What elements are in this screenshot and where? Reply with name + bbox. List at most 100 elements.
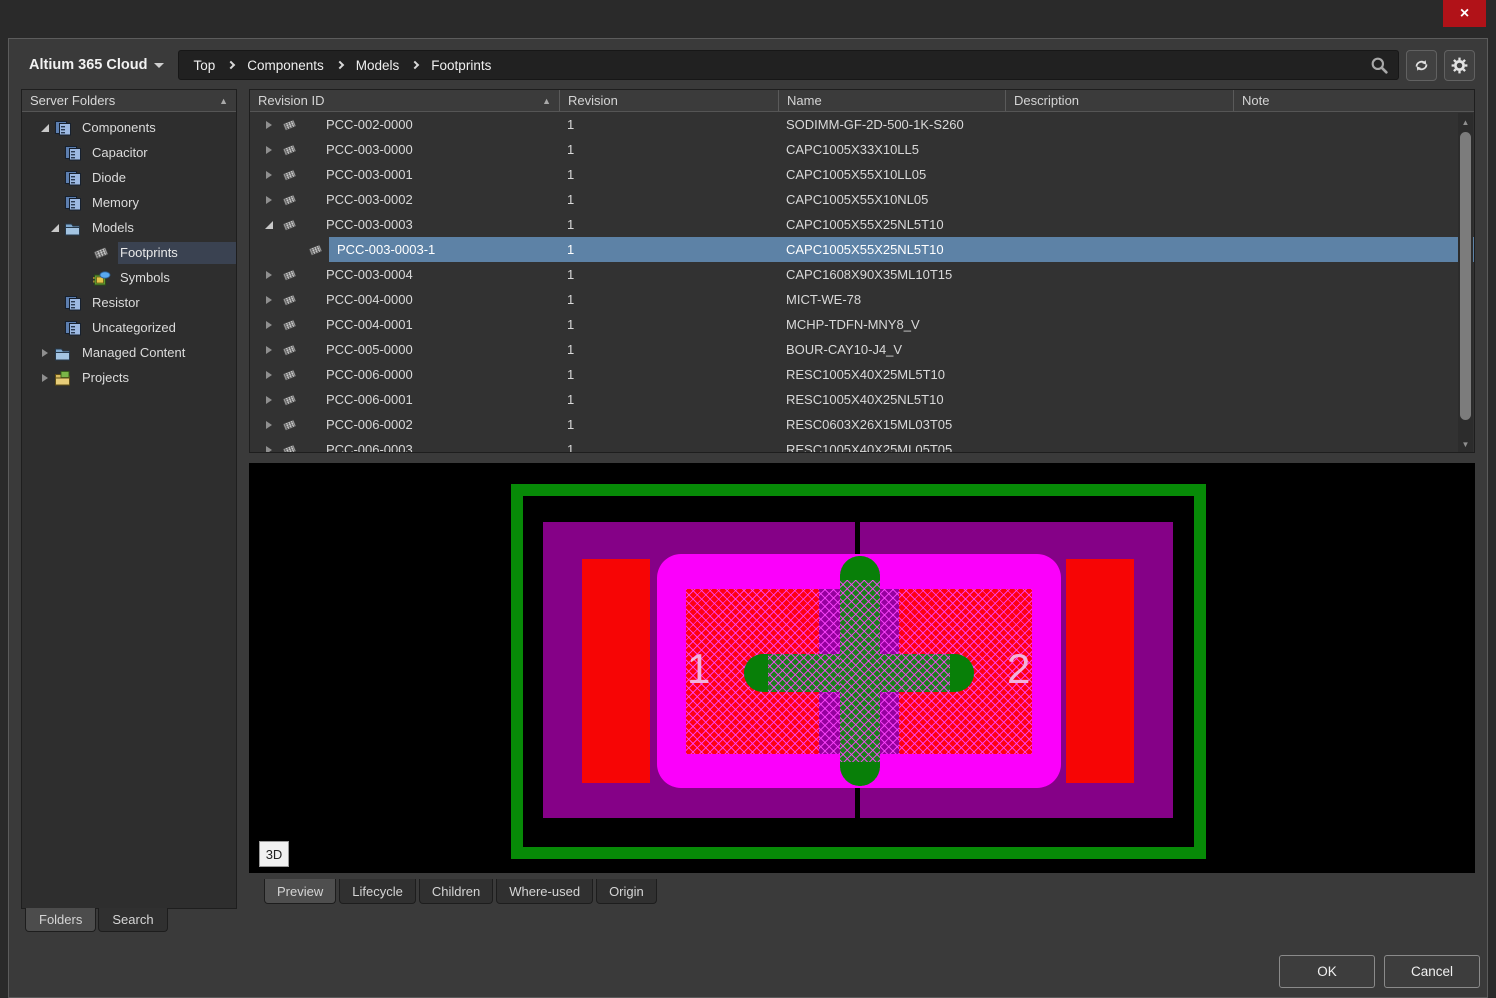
- collapsed-icon[interactable]: [260, 117, 278, 133]
- table-row[interactable]: PCC-003-00041CAPC1608X90X35ML10T15: [250, 262, 1474, 287]
- tab-lifecycle[interactable]: Lifecycle: [339, 879, 416, 904]
- refresh-button[interactable]: [1406, 50, 1437, 81]
- sidebar-item-diode[interactable]: Diode: [22, 165, 236, 190]
- table-row[interactable]: PCC-003-00001CAPC1005X33X10LL5: [250, 137, 1474, 162]
- sidebar-item-uncategorized[interactable]: Uncategorized: [22, 315, 236, 340]
- sort-asc-icon: ▲: [542, 96, 551, 106]
- collapsed-icon[interactable]: [36, 345, 54, 361]
- vertical-scrollbar[interactable]: ▲ ▼: [1458, 113, 1473, 453]
- scroll-down-button[interactable]: ▼: [1458, 437, 1473, 451]
- breadcrumb-item-footprints[interactable]: Footprints: [431, 58, 491, 73]
- cancel-button[interactable]: Cancel: [1384, 955, 1480, 988]
- breadcrumb-item-top[interactable]: Top: [193, 58, 215, 73]
- collapsed-icon[interactable]: [260, 392, 278, 408]
- sidebar-item-projects[interactable]: Projects: [22, 365, 236, 390]
- collapsed-icon[interactable]: [260, 442, 278, 454]
- server-folders-header[interactable]: Server Folders ▲: [22, 90, 236, 112]
- column-header-revision[interactable]: Revision: [559, 90, 778, 111]
- table-row[interactable]: PCC-005-00001BOUR-CAY10-J4_V: [250, 337, 1474, 362]
- collapsed-icon[interactable]: [260, 367, 278, 383]
- collapsed-icon[interactable]: [260, 167, 278, 183]
- footprint-icon: [280, 343, 300, 357]
- pad-number-1: 1: [687, 645, 710, 693]
- table-row[interactable]: PCC-004-00011MCHP-TDFN-MNY8_V: [250, 312, 1474, 337]
- side-bar-right: [1066, 559, 1134, 783]
- collapsed-icon[interactable]: [260, 292, 278, 308]
- collapsed-icon[interactable]: [36, 370, 54, 386]
- sidebar-item-models[interactable]: Models: [22, 215, 236, 240]
- collapsed-icon[interactable]: [260, 267, 278, 283]
- footprint-icon: [280, 268, 300, 282]
- sidebar-item-memory[interactable]: Memory: [22, 190, 236, 215]
- server-folders-title: Server Folders: [30, 93, 115, 108]
- component-stack-icon: [64, 145, 83, 161]
- breadcrumb-item-components[interactable]: Components: [247, 58, 324, 73]
- footprint-icon: [280, 143, 300, 157]
- expanded-icon[interactable]: [46, 220, 64, 236]
- table-rows: PCC-002-00001SODIMM-GF-2D-500-1K-S260 PC…: [250, 112, 1474, 453]
- breadcrumb-item-models[interactable]: Models: [356, 58, 400, 73]
- footprint-icon: [280, 443, 300, 454]
- component-stack-icon: [64, 295, 83, 311]
- breadcrumb-chevron-icon: [411, 61, 419, 69]
- tab-where-used[interactable]: Where-used: [496, 879, 593, 904]
- table-row[interactable]: PCC-003-00011CAPC1005X55X10LL05: [250, 162, 1474, 187]
- table-row[interactable]: PCC-006-00021RESC0603X26X15ML03T05: [250, 412, 1474, 437]
- scrollbar-thumb[interactable]: [1460, 132, 1471, 420]
- projects-folder-icon: [54, 370, 73, 386]
- settings-button[interactable]: [1444, 50, 1475, 81]
- sidebar-item-capacitor[interactable]: Capacitor: [22, 140, 236, 165]
- search-icon[interactable]: [1370, 56, 1389, 75]
- tab-preview[interactable]: Preview: [264, 879, 336, 904]
- table-row[interactable]: PCC-004-00001MICT-WE-78: [250, 287, 1474, 312]
- component-stack-icon: [64, 170, 83, 186]
- refresh-sync-icon: [1413, 57, 1430, 74]
- sidebar-item-footprints[interactable]: Footprints: [22, 240, 236, 265]
- collapsed-icon[interactable]: [260, 342, 278, 358]
- column-header-name[interactable]: Name: [778, 90, 1005, 111]
- sidebar-item-managed-content[interactable]: Managed Content: [22, 340, 236, 365]
- footprint-icon: [280, 318, 300, 332]
- column-header-revision-id[interactable]: Revision ID▲: [250, 90, 559, 111]
- collapsed-icon[interactable]: [260, 142, 278, 158]
- folder-icon: [54, 345, 73, 361]
- window-close-button[interactable]: ×: [1443, 0, 1486, 27]
- server-dropdown[interactable]: Altium 365 Cloud: [21, 57, 170, 73]
- sidebar-item-components[interactable]: Components: [22, 115, 236, 140]
- collapsed-icon[interactable]: [260, 317, 278, 333]
- folders-tab[interactable]: Folders: [25, 908, 96, 932]
- table-row[interactable]: PCC-006-00001RESC1005X40X25ML5T10: [250, 362, 1474, 387]
- table-row[interactable]: PCC-003-00031CAPC1005X55X25NL5T10: [250, 212, 1474, 237]
- sidebar-item-resistor[interactable]: Resistor: [22, 290, 236, 315]
- column-header-note[interactable]: Note: [1233, 90, 1474, 111]
- component-stack-icon: [54, 120, 73, 136]
- footprint-icon: [280, 368, 300, 382]
- tab-children[interactable]: Children: [419, 879, 493, 904]
- preview-tab-bar: Preview Lifecycle Children Where-used Or…: [264, 879, 1475, 904]
- search-tab[interactable]: Search: [98, 908, 167, 932]
- table-row[interactable]: PCC-006-00031RESC1005X40X25ML05T05: [250, 437, 1474, 453]
- sidebar-tab-bar: Folders Search: [25, 908, 170, 932]
- sort-asc-icon: ▲: [219, 96, 228, 106]
- cross-vertical-bar: [840, 556, 880, 786]
- symbol-icon: [92, 270, 111, 286]
- ok-button[interactable]: OK: [1279, 955, 1375, 988]
- table-row[interactable]: PCC-003-00021CAPC1005X55X10NL05: [250, 187, 1474, 212]
- 3d-mode-badge[interactable]: 3D: [259, 841, 289, 867]
- sidebar-item-symbols[interactable]: Symbols: [22, 265, 236, 290]
- tab-origin[interactable]: Origin: [596, 879, 657, 904]
- footprint-preview-canvas[interactable]: 1 2 3D: [249, 463, 1475, 873]
- collapsed-icon[interactable]: [260, 417, 278, 433]
- footprint-icon: [280, 218, 300, 232]
- breadcrumb-chevron-icon: [227, 61, 235, 69]
- collapsed-icon[interactable]: [260, 192, 278, 208]
- table-row[interactable]: PCC-006-00011RESC1005X40X25NL5T10: [250, 387, 1474, 412]
- scroll-up-button[interactable]: ▲: [1458, 115, 1473, 129]
- column-header-description[interactable]: Description: [1005, 90, 1233, 111]
- table-row[interactable]: PCC-002-00001SODIMM-GF-2D-500-1K-S260: [250, 112, 1474, 137]
- explorer-dialog: Altium 365 Cloud Top Components Models F…: [8, 38, 1488, 998]
- expanded-icon[interactable]: [260, 217, 278, 233]
- table-row-selected[interactable]: PCC-003-0003-11CAPC1005X55X25NL5T10: [250, 237, 1474, 262]
- footprint-icon: [280, 393, 300, 407]
- expanded-icon[interactable]: [36, 120, 54, 136]
